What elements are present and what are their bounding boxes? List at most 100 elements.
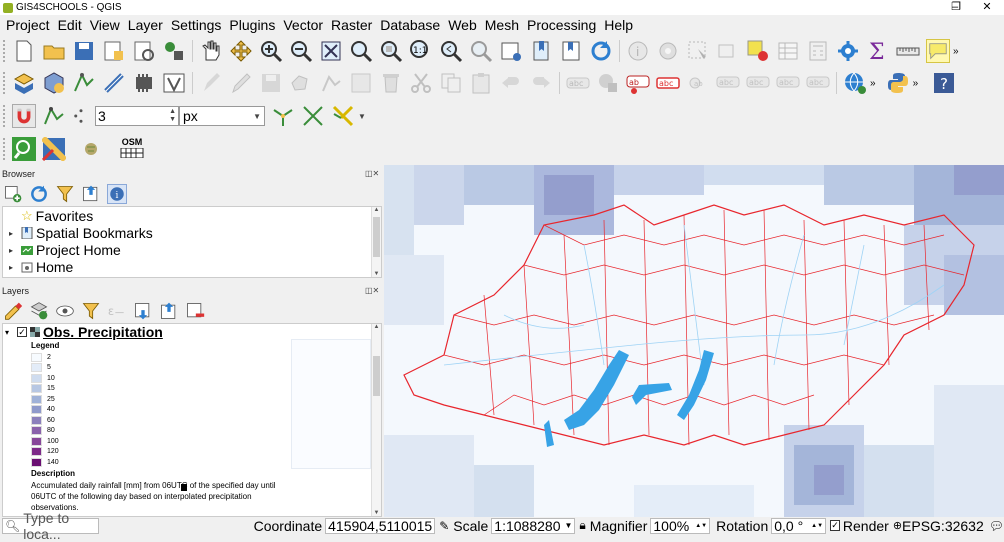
map-canvas[interactable] [384, 165, 1004, 517]
menu-help[interactable]: Help [600, 17, 637, 33]
save-layer-edits-icon[interactable] [259, 71, 283, 95]
magnifier-spinbox[interactable]: 100% ▲▼ [650, 517, 711, 534]
maximize-button[interactable]: ❐ [941, 0, 971, 15]
zoom-out-icon[interactable] [289, 39, 313, 63]
pan-to-selection-icon[interactable] [229, 39, 253, 63]
browser-refresh-icon[interactable] [29, 184, 49, 204]
pin-unpin-labels-icon[interactable]: abc [656, 71, 680, 95]
new-map-view-icon[interactable] [499, 39, 523, 63]
paste-features-icon[interactable] [469, 71, 493, 95]
expand-arrow-icon[interactable]: ▸ [9, 229, 21, 238]
new-bookmark-icon[interactable] [529, 39, 553, 63]
menu-plugins[interactable]: Plugins [225, 17, 279, 33]
highlight-pinned-labels-icon[interactable]: ab [626, 71, 650, 95]
select-features-icon[interactable] [686, 39, 710, 63]
tracing-dropdown-icon[interactable]: ▼ [358, 112, 366, 121]
toggle-editing-icon[interactable] [229, 71, 253, 95]
locator-search-input[interactable]: 🔍︎ Type to loca... [2, 510, 99, 542]
modify-attributes-icon[interactable] [349, 71, 373, 95]
zoom-native-resolution-icon[interactable]: 1:1 [409, 39, 433, 63]
layers-panel-float-close-icon[interactable]: ◫✕ [365, 286, 379, 295]
help-contents-icon[interactable]: ? [932, 71, 956, 95]
plugin-globe-icon[interactable] [79, 137, 103, 161]
current-edits-icon[interactable] [199, 71, 223, 95]
browser-item-favorites[interactable]: ☆ Favorites [9, 208, 93, 224]
add-selected-layers-icon[interactable] [3, 184, 23, 204]
layer-visibility-checkbox[interactable]: ✓ [17, 327, 27, 337]
manage-map-themes-icon[interactable] [55, 301, 75, 321]
menu-raster[interactable]: Raster [327, 17, 376, 33]
browser-item-home[interactable]: ▸ Home [9, 259, 73, 275]
menu-vector[interactable]: Vector [279, 17, 327, 33]
snapping-magnet-icon[interactable] [12, 104, 36, 128]
open-layer-styling-icon[interactable] [3, 301, 23, 321]
zoom-in-icon[interactable] [259, 39, 283, 63]
open-project-icon[interactable] [42, 39, 66, 63]
deselect-features-icon[interactable] [716, 39, 740, 63]
browser-panel-float-close-icon[interactable]: ◫✕ [365, 169, 379, 178]
deselect-all-layers-icon[interactable] [746, 39, 770, 63]
collapse-all-icon[interactable] [81, 184, 101, 204]
scale-combo[interactable]: 1:1088280 ▼ [491, 517, 576, 534]
expand-arrow-icon[interactable]: ▸ [9, 263, 21, 272]
cut-features-icon[interactable] [409, 71, 433, 95]
python-console-icon[interactable] [886, 71, 910, 95]
menu-mesh[interactable]: Mesh [481, 17, 523, 33]
browser-item-spatial-bookmarks[interactable]: ▸ Spatial Bookmarks [9, 225, 153, 241]
copy-features-icon[interactable] [439, 71, 463, 95]
messages-icon[interactable]: 💬︎ [989, 519, 1004, 533]
browser-filter-icon[interactable] [55, 184, 75, 204]
rotation-spinbox[interactable]: 0,0 ° ▲▼ [771, 517, 827, 534]
new-shapefile-layer-icon[interactable] [72, 71, 96, 95]
new-print-layout-icon[interactable] [102, 39, 126, 63]
crs-icon[interactable]: ⊕ [893, 519, 902, 532]
menu-layer[interactable]: Layer [124, 17, 167, 33]
new-spatialite-layer-icon[interactable] [102, 71, 126, 95]
layer-diagram-options-icon[interactable] [596, 71, 620, 95]
menu-processing[interactable]: Processing [523, 17, 600, 33]
collapse-all-layers-icon[interactable] [159, 301, 179, 321]
snapping-mode-icon[interactable] [72, 104, 90, 128]
label-properties-icon[interactable]: abc [806, 71, 830, 95]
open-attribute-table-icon[interactable] [776, 39, 800, 63]
tracing-icon[interactable] [331, 104, 355, 128]
spin-arrows-icon[interactable]: ▲▼ [695, 523, 707, 529]
spin-arrows-icon[interactable]: ▲▼ [169, 108, 176, 124]
new-geopackage-layer-icon[interactable] [42, 71, 66, 95]
menu-view[interactable]: View [86, 17, 124, 33]
new-project-icon[interactable] [12, 39, 36, 63]
snapping-layer-type-icon[interactable] [42, 104, 66, 128]
map-tips-icon[interactable] [926, 39, 950, 63]
menu-project[interactable]: Project [0, 17, 54, 33]
snapping-tolerance-spinbox[interactable]: 3 ▲ ▼ [95, 106, 179, 126]
vertex-tool-icon[interactable] [319, 71, 343, 95]
filter-legend-icon[interactable] [81, 301, 101, 321]
layer-labeling-options-icon[interactable]: abc [566, 71, 590, 95]
spin-arrows-icon[interactable]: ▲▼ [811, 523, 823, 529]
filter-by-expression-icon[interactable]: ε [107, 301, 127, 321]
show-bookmarks-icon[interactable] [559, 39, 583, 63]
show-hide-labels-icon[interactable]: ab [686, 71, 710, 95]
measure-line-icon[interactable] [896, 39, 920, 63]
properties-info-icon[interactable]: i [107, 184, 127, 204]
undo-icon[interactable] [499, 71, 523, 95]
lock-scale-icon[interactable]: 🔒︎ [579, 518, 585, 533]
pan-map-icon[interactable] [199, 39, 223, 63]
plugin-geo-tool-icon[interactable] [42, 137, 66, 161]
delete-selected-icon[interactable] [379, 71, 403, 95]
menu-database[interactable]: Database [376, 17, 444, 33]
layout-manager-icon[interactable] [132, 39, 156, 63]
statistical-summary-icon[interactable]: Σ [866, 39, 890, 63]
add-wms-layer-icon[interactable] [843, 71, 867, 95]
snapping-units-select[interactable]: px ▼ [179, 106, 265, 126]
browser-scrollbar[interactable]: ▲ ▼ [371, 207, 381, 277]
zoom-next-icon[interactable] [469, 39, 493, 63]
menu-edit[interactable]: Edit [54, 17, 86, 33]
run-feature-action-icon[interactable] [656, 39, 680, 63]
add-group-icon[interactable] [29, 301, 49, 321]
zoom-to-selection-icon[interactable] [349, 39, 373, 63]
save-project-icon[interactable] [72, 39, 96, 63]
open-field-calculator-icon[interactable] [806, 39, 830, 63]
processing-toolbox-icon[interactable] [836, 39, 860, 63]
style-manager-icon[interactable] [162, 39, 186, 63]
